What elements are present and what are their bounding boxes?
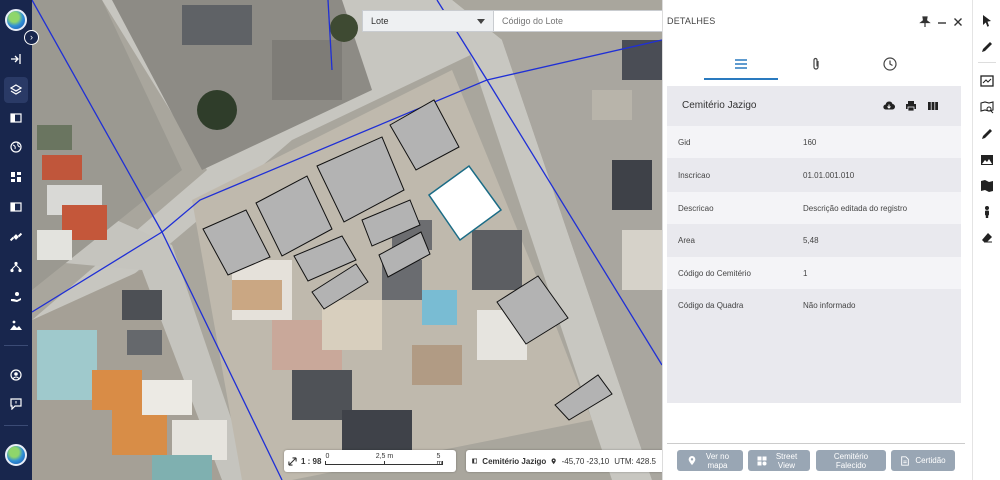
attribute-value: Não informado: [803, 300, 856, 310]
chat-icon[interactable]: [0, 391, 32, 417]
footer-divider: [667, 443, 965, 444]
tab-attachments[interactable]: [779, 48, 853, 80]
street-view-button[interactable]: Street View: [748, 450, 810, 471]
view-on-map-label: Ver no mapa: [705, 451, 730, 470]
certificate-button[interactable]: Certidão: [891, 450, 955, 471]
eraser-icon[interactable]: [980, 231, 994, 245]
attribute-row: Código da Quadra Não informado: [667, 289, 961, 321]
layers-icon[interactable]: [0, 77, 32, 103]
pin-icon[interactable]: [919, 16, 931, 28]
clock-icon: [883, 57, 897, 71]
expand-icon[interactable]: [288, 456, 297, 466]
tab-history[interactable]: [853, 48, 927, 80]
book-icon[interactable]: [0, 194, 32, 220]
map-status-bar: Cemitério Jazigo -45,70 -23,10 UTM: 428.…: [466, 450, 662, 472]
attribute-key: Gid: [678, 137, 691, 147]
login-icon[interactable]: [0, 46, 32, 72]
close-icon[interactable]: [952, 16, 964, 28]
list-icon: [735, 59, 747, 69]
attribute-row: Inscricao 01.01.001.010: [667, 159, 961, 191]
hand-coin-icon[interactable]: [0, 284, 32, 310]
app-logo-icon[interactable]: [5, 444, 27, 466]
dashboard-icon[interactable]: [0, 164, 32, 190]
print-icon[interactable]: [905, 100, 917, 112]
street-view-person-icon[interactable]: [980, 205, 994, 219]
rail-divider: [4, 345, 28, 346]
panel-icon[interactable]: [0, 105, 32, 131]
scale-ruler: 0 2,5 m 5 m: [325, 453, 444, 469]
attribute-row: Código do Cemitério 1: [667, 257, 961, 289]
left-nav-rail: ›: [0, 0, 39, 480]
expand-rail-chevron-icon[interactable]: ›: [24, 30, 39, 45]
attribute-value: 5,48: [803, 235, 819, 245]
attribute-value: Descrição editada do registro: [803, 203, 908, 213]
tab-attributes[interactable]: [704, 48, 778, 80]
coordinates: -45,70 -23,10: [561, 456, 610, 466]
book-icon: [472, 458, 478, 464]
network-icon[interactable]: [0, 254, 32, 280]
app: › Lote Código do Lote 1: 98 0 2,5 m 5 m…: [0, 0, 1000, 480]
paperclip-icon: [813, 57, 819, 70]
document-icon: [901, 455, 910, 466]
minimize-icon[interactable]: [936, 16, 948, 28]
columns-icon[interactable]: [927, 100, 939, 112]
rail-divider: [4, 425, 28, 426]
layer-select[interactable]: Lote: [362, 10, 494, 32]
attribute-value: 160: [803, 137, 817, 147]
pencil-icon[interactable]: [980, 40, 994, 54]
cloud-download-icon[interactable]: [883, 100, 895, 112]
satellite-icon[interactable]: [0, 224, 32, 250]
street-view-label: Street View: [775, 451, 798, 470]
app-logo-icon[interactable]: [5, 9, 27, 31]
scale-ratio: 1 : 98: [301, 456, 322, 466]
utm-readout: UTM: 428.5: [614, 456, 656, 466]
feature-card-header: Cemitério Jazigo: [667, 86, 961, 126]
chevron-down-icon: [477, 18, 485, 24]
right-toolbar: [972, 0, 1000, 480]
cemetery-deceased-label: Cemitério Falecido: [833, 451, 869, 470]
feature-card: Cemitério Jazigo Gid 160 Inscricao 01.01…: [667, 86, 961, 403]
view-on-map-button[interactable]: Ver no mapa: [677, 450, 743, 471]
lot-code-input[interactable]: [494, 10, 662, 32]
details-header: DETALHES: [663, 14, 973, 30]
scale-label: 0: [325, 453, 330, 460]
scale-label: 2,5 m: [375, 453, 394, 460]
details-title: DETALHES: [667, 16, 716, 26]
cursor-icon[interactable]: [980, 14, 994, 28]
ruler-pencil-icon[interactable]: [980, 127, 994, 141]
attribute-value: 01.01.001.010: [803, 170, 855, 180]
attribute-row: Gid 160: [667, 126, 961, 158]
details-tabs: [663, 48, 973, 82]
user-icon[interactable]: [0, 362, 32, 388]
toolbar-divider: [978, 62, 996, 63]
certificate-label: Certidão: [915, 456, 946, 465]
map-scale: 1 : 98 0 2,5 m 5 m: [284, 450, 456, 472]
attribute-row: Area 5,48: [667, 224, 961, 256]
map-pin-icon: [688, 455, 695, 465]
globe-icon[interactable]: [0, 134, 32, 160]
scale-label: 5 m: [436, 453, 443, 467]
street-view-icon: [757, 456, 766, 465]
lote-search-bar: Lote: [362, 10, 662, 32]
map-search-icon[interactable]: [980, 101, 994, 115]
details-panel: DETALHES Cemitério Jazigo Gid 160 Inscri…: [662, 0, 972, 480]
landscape-person-icon[interactable]: [0, 312, 32, 338]
cemetery-deceased-button[interactable]: Cemitério Falecido: [816, 450, 886, 471]
attribute-value: 1: [803, 268, 808, 278]
map-pin-icon: [551, 457, 557, 464]
attribute-row: Descricao Descrição editada do registro: [667, 192, 961, 224]
active-layer-name: Cemitério Jazigo: [482, 456, 547, 466]
map-icon[interactable]: [980, 179, 994, 193]
map-view[interactable]: Lote 1 : 98 0 2,5 m 5 m Cemitério Jazigo: [32, 0, 662, 480]
attribute-key: Inscricao: [678, 170, 711, 180]
attribute-key: Código do Cemitério: [678, 268, 751, 278]
satellite-imagery: [32, 0, 662, 480]
feature-title: Cemitério Jazigo: [682, 100, 757, 111]
layer-select-value: Lote: [371, 16, 389, 26]
image-icon[interactable]: [980, 153, 994, 167]
attribute-key: Area: [678, 235, 695, 245]
attribute-key: Código da Quadra: [678, 300, 744, 310]
attribute-key: Descricao: [678, 203, 714, 213]
map-frame-icon[interactable]: [980, 74, 994, 88]
